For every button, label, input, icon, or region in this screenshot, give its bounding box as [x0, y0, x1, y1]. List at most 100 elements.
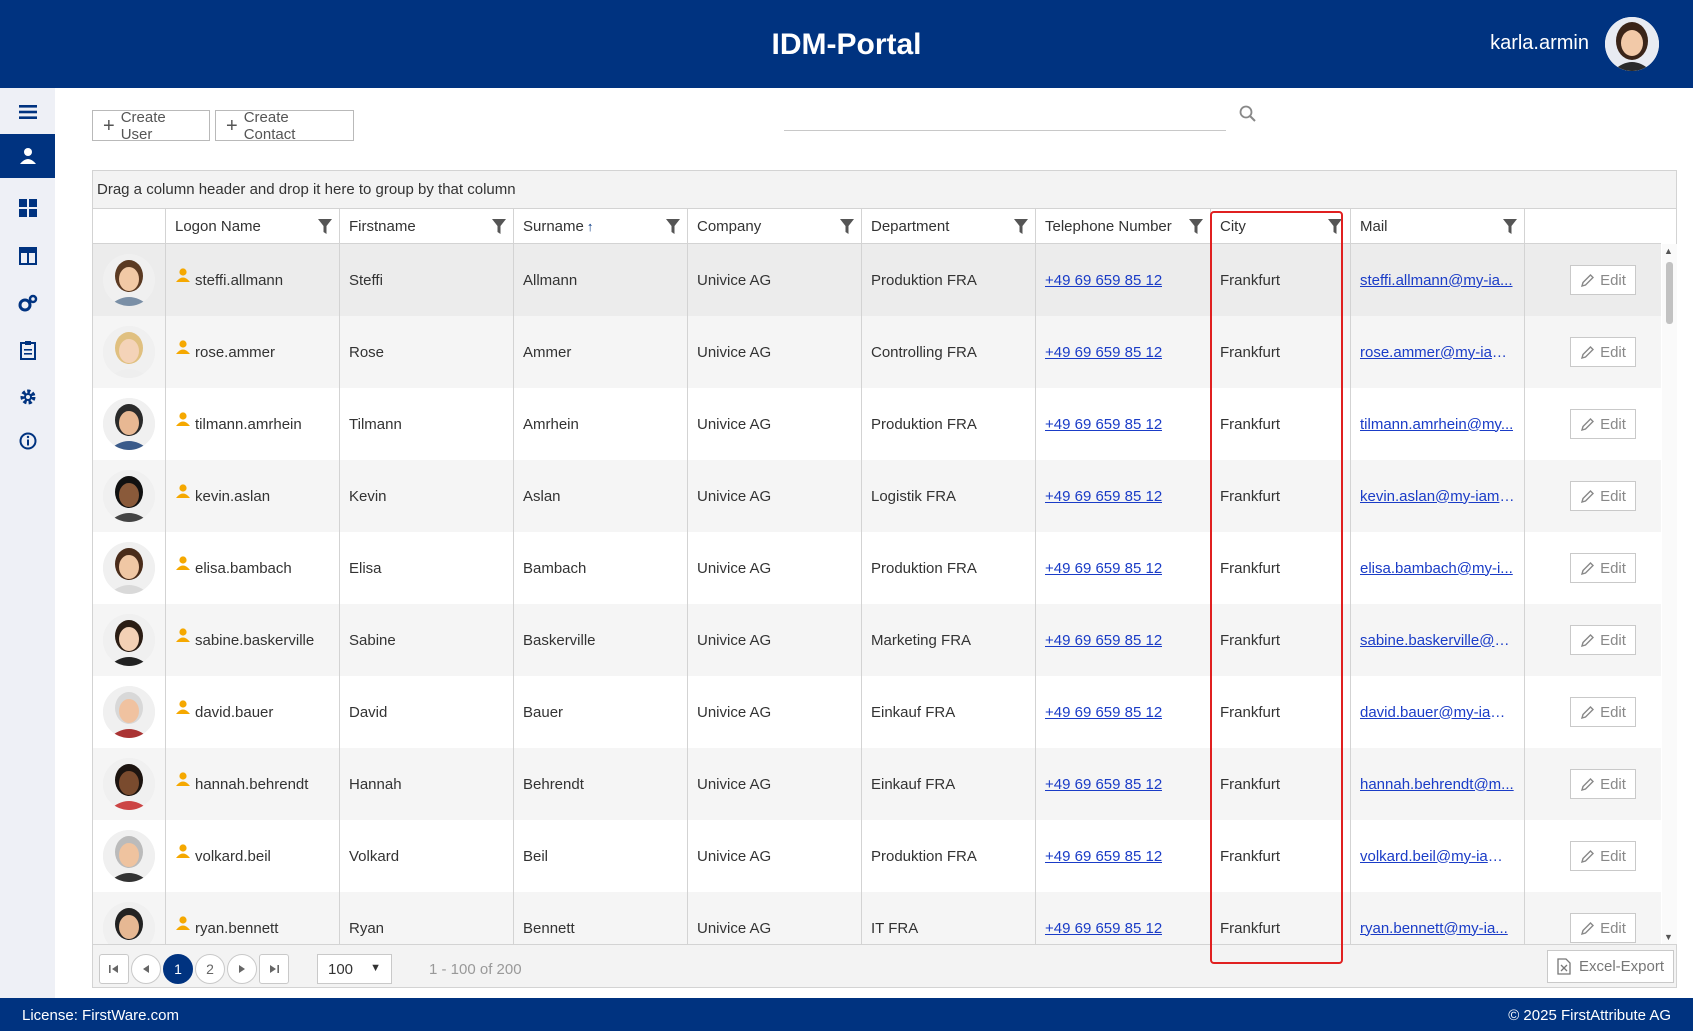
search-input[interactable] [784, 102, 1226, 130]
edit-button[interactable]: Edit [1570, 841, 1636, 871]
scroll-down-icon[interactable]: ▼ [1664, 932, 1673, 942]
mail-link[interactable]: kevin.aslan@my-iam.... [1360, 488, 1515, 505]
mail-link[interactable]: sabine.baskerville@m... [1360, 632, 1515, 649]
pager: 1 2 100 ▼ 1 - 100 of 200 Excel-Export [93, 944, 1676, 987]
table-row[interactable]: hannah.behrendt Hannah Behrendt Univice AG E… [93, 748, 1661, 820]
filter-icon[interactable] [666, 219, 680, 234]
telephone-link[interactable]: +49 69 659 85 12 [1045, 560, 1162, 577]
filter-icon[interactable] [840, 219, 854, 234]
table-row[interactable]: rose.ammer Rose Ammer Univice AG Controlling… [93, 316, 1661, 388]
current-username[interactable]: karla.armin [1490, 32, 1589, 55]
telephone-link[interactable]: +49 69 659 85 12 [1045, 488, 1162, 505]
telephone-link[interactable]: +49 69 659 85 12 [1045, 272, 1162, 289]
next-page-button[interactable] [227, 954, 257, 984]
filter-icon[interactable] [1503, 219, 1517, 234]
photo-cell [93, 892, 166, 944]
create-contact-label: Create Contact [243, 108, 296, 143]
info-icon[interactable] [0, 419, 55, 463]
telephone-link[interactable]: +49 69 659 85 12 [1045, 776, 1162, 793]
edit-button[interactable]: Edit [1570, 553, 1636, 583]
column-header-department[interactable]: Department [862, 209, 1036, 244]
settings-icon[interactable] [0, 375, 55, 419]
column-header-company[interactable]: Company [688, 209, 862, 244]
user-icon[interactable] [0, 134, 55, 178]
search-icon[interactable] [1238, 104, 1258, 124]
filter-icon[interactable] [1014, 219, 1028, 234]
create-user-button[interactable]: + Create User [92, 109, 210, 143]
edit-button[interactable]: Edit [1570, 481, 1636, 511]
table-row[interactable]: elisa.bambach Elisa Bambach Univice AG Produ… [93, 532, 1661, 604]
mail-link[interactable]: ryan.bennett@my-ia... [1360, 920, 1508, 937]
edit-button[interactable]: Edit [1570, 265, 1636, 295]
column-header-firstname[interactable]: Firstname [340, 209, 514, 244]
table-row[interactable]: sabine.baskerville Sabine Baskerville Univi… [93, 604, 1661, 676]
mail-link[interactable]: hannah.behrendt@m... [1360, 776, 1514, 793]
table-row[interactable]: steffi.allmann Steffi Allmann Univice AG Pro… [93, 244, 1661, 316]
column-header-telephone[interactable]: Telephone Number [1036, 209, 1211, 244]
edit-button[interactable]: Edit [1570, 913, 1636, 943]
telephone-link[interactable]: +49 69 659 85 12 [1045, 920, 1162, 937]
edit-button[interactable]: Edit [1570, 625, 1636, 655]
first-page-button[interactable] [99, 954, 129, 984]
logon-name-cell: rose.ammer [166, 316, 340, 388]
create-contact-button[interactable]: + Create Contact [215, 108, 354, 143]
vertical-scrollbar[interactable]: ▲ ▼ [1662, 244, 1677, 944]
column-header-logon-name[interactable]: Logon Name [166, 209, 340, 244]
logon-name: rose.ammer [195, 343, 276, 361]
edit-button[interactable]: Edit [1570, 409, 1636, 439]
user-type-icon [176, 772, 190, 786]
page-button-2[interactable]: 2 [195, 954, 225, 984]
menu-icon[interactable] [0, 90, 55, 134]
mail-link[interactable]: elisa.bambach@my-i... [1360, 560, 1513, 577]
column-header-surname[interactable]: Surname ↑ [514, 209, 688, 244]
columns-icon[interactable] [0, 234, 55, 278]
clipboard-icon[interactable] [0, 328, 55, 372]
mail-link[interactable]: tilmann.amrhein@my... [1360, 416, 1513, 433]
pencil-icon [1581, 561, 1595, 575]
excel-export-button[interactable]: Excel-Export [1547, 950, 1674, 983]
scroll-thumb[interactable] [1666, 262, 1673, 324]
edit-button[interactable]: Edit [1570, 697, 1636, 727]
prev-page-icon [143, 965, 149, 973]
logon-name: tilmann.amrhein [195, 415, 302, 433]
edit-button[interactable]: Edit [1570, 769, 1636, 799]
filter-icon[interactable] [1189, 219, 1203, 234]
telephone-link[interactable]: +49 69 659 85 12 [1045, 344, 1162, 361]
table-row[interactable]: ryan.bennett Ryan Bennett Univice AG IT FRA +… [93, 892, 1661, 944]
table-row[interactable]: tilmann.amrhein Tilmann Amrhein Univice AG P… [93, 388, 1661, 460]
table-row[interactable]: david.bauer David Bauer Univice AG Einkauf F… [93, 676, 1661, 748]
filter-icon[interactable] [492, 219, 506, 234]
city-cell: Frankfurt [1211, 748, 1351, 820]
gears-icon[interactable] [0, 281, 55, 325]
scroll-up-icon[interactable]: ▲ [1664, 246, 1673, 256]
column-header-mail[interactable]: Mail [1351, 209, 1525, 244]
edit-button[interactable]: Edit [1570, 337, 1636, 367]
edit-label: Edit [1600, 559, 1626, 577]
first-cell: Elisa [340, 532, 514, 604]
column-header-city[interactable]: City [1211, 209, 1351, 244]
telephone-link[interactable]: +49 69 659 85 12 [1045, 632, 1162, 649]
mail-link[interactable]: david.bauer@my-iam... [1360, 704, 1515, 721]
dashboard-icon[interactable] [0, 186, 55, 230]
filter-icon[interactable] [1328, 219, 1342, 234]
telephone-link[interactable]: +49 69 659 85 12 [1045, 416, 1162, 433]
user-type-icon [176, 700, 190, 714]
user-avatar[interactable] [1605, 17, 1659, 71]
group-by-panel[interactable]: Drag a column header and drop it here to… [93, 171, 1676, 209]
mail-link[interactable]: rose.ammer@my-iam... [1360, 344, 1515, 361]
table-row[interactable]: kevin.aslan Kevin Aslan Univice AG Logistik … [93, 460, 1661, 532]
filter-icon[interactable] [318, 219, 332, 234]
table-row[interactable]: volkard.beil Volkard Beil Univice AG Produkt… [93, 820, 1661, 892]
column-header-label: Telephone Number [1045, 218, 1172, 235]
page-button-1[interactable]: 1 [163, 954, 193, 984]
last-page-button[interactable] [259, 954, 289, 984]
mail-link[interactable]: steffi.allmann@my-ia... [1360, 272, 1513, 289]
telephone-link[interactable]: +49 69 659 85 12 [1045, 704, 1162, 721]
edit-label: Edit [1600, 775, 1626, 793]
page-size-select[interactable]: 100 ▼ [317, 954, 392, 984]
prev-page-button[interactable] [131, 954, 161, 984]
mail-link[interactable]: volkard.beil@my-iam.... [1360, 848, 1515, 865]
user-type-icon [176, 628, 190, 642]
footer: License: FirstWare.com © 2025 FirstAttri… [0, 998, 1693, 1031]
telephone-link[interactable]: +49 69 659 85 12 [1045, 848, 1162, 865]
